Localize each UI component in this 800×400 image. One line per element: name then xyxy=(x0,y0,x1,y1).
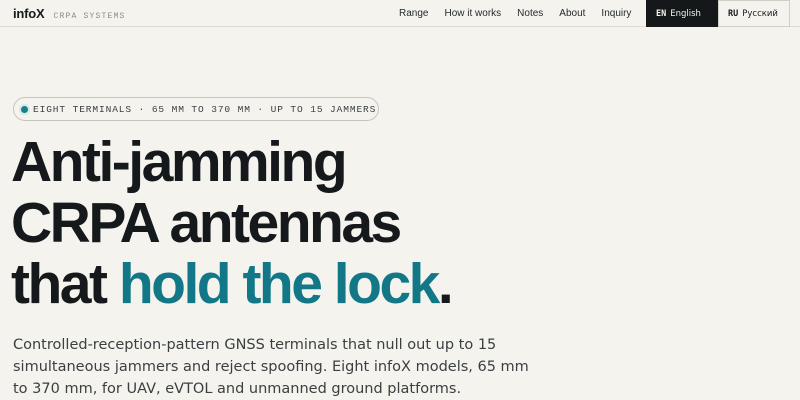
language-label-russian: Русский xyxy=(742,8,778,19)
headline-line-1: Anti-jamming xyxy=(11,130,348,194)
headline-accent: hold the lock xyxy=(118,252,441,316)
hero-headline: Anti-jamming CRPA antennas that hold the… xyxy=(11,132,791,315)
main-nav: Range How it works Notes About Inquiry xyxy=(399,8,631,19)
nav-link-inquiry[interactable]: Inquiry xyxy=(601,8,631,19)
nav-link-how-it-works[interactable]: How it works xyxy=(444,8,501,19)
headline-line-2: CRPA antennas xyxy=(11,191,402,255)
language-label-english: English xyxy=(670,8,701,19)
brand-subtitle: CRPA SYSTEMS xyxy=(53,12,126,21)
nav-link-notes[interactable]: Notes xyxy=(517,8,543,19)
hero-lede: Controlled-reception-pattern GNSS termin… xyxy=(13,337,529,397)
headline-line-3: that hold the lock. xyxy=(11,254,791,315)
nav-link-about[interactable]: About xyxy=(559,8,585,19)
language-code-en: EN xyxy=(656,8,667,19)
brand[interactable]: infoX CRPA SYSTEMS xyxy=(13,6,126,21)
language-switcher: EN English RU Русский xyxy=(646,0,790,27)
language-code-ru: RU xyxy=(728,8,739,19)
status-dot-icon xyxy=(21,105,28,113)
language-button-russian[interactable]: RU Русский xyxy=(718,0,790,27)
brand-logo[interactable]: infoX xyxy=(13,6,45,21)
nav-link-range[interactable]: Range xyxy=(399,8,428,19)
headline-line-3-suffix: . xyxy=(437,252,454,316)
headline-line-3-prefix: that xyxy=(11,252,119,316)
top-navigation-bar: infoX CRPA SYSTEMS Range How it works No… xyxy=(0,0,800,27)
hero-badge-text: EIGHT TERMINALS · 65 MM TO 370 MM · UP T… xyxy=(33,103,377,115)
language-button-english[interactable]: EN English xyxy=(646,0,718,27)
hero-badge: EIGHT TERMINALS · 65 MM TO 370 MM · UP T… xyxy=(13,97,379,121)
